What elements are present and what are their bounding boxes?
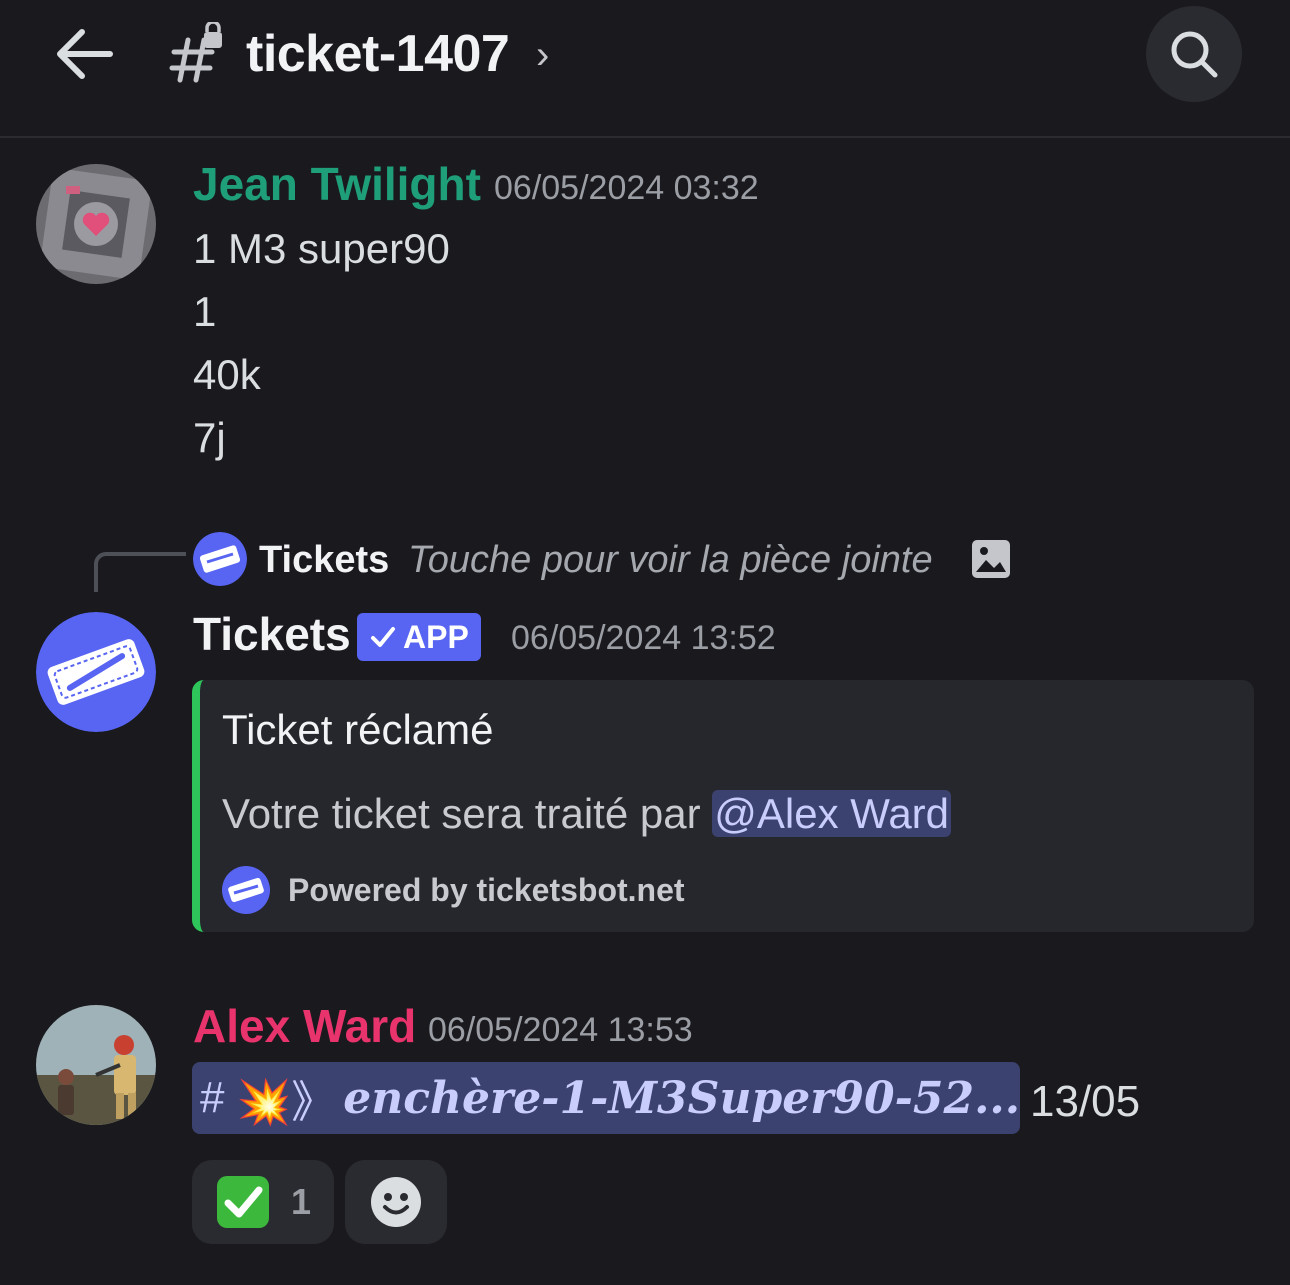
- channel-link-name: enchère-1-M3Super90-52...: [343, 1072, 1020, 1124]
- check-mark-button-emoji-icon: [216, 1176, 269, 1228]
- chevron-right-icon[interactable]: ›: [536, 30, 549, 80]
- image-icon: [972, 540, 1010, 578]
- game-character-avatar-icon: [36, 1005, 156, 1125]
- channel-hash-icon: #: [200, 1073, 225, 1122]
- embed-description-text: Votre ticket sera traité par: [222, 790, 701, 837]
- channel-mention-link[interactable]: # 💥》 enchère-1-M3Super90-52...: [192, 1062, 1020, 1134]
- message-author[interactable]: Jean Twilight: [193, 156, 481, 212]
- app-badge-label: APP: [403, 619, 469, 655]
- companion-cube-avatar-icon: [36, 164, 156, 284]
- message-text: 13/05: [1030, 1077, 1141, 1126]
- message-timestamp: 06/05/2024 13:53: [428, 1011, 693, 1049]
- checkmark-icon: [371, 627, 395, 647]
- message-timestamp: 06/05/2024 03:32: [494, 169, 759, 207]
- message-line: 1 M3 super90: [193, 225, 450, 272]
- user-mention[interactable]: @Alex Ward: [712, 790, 952, 837]
- reply-author[interactable]: Tickets: [259, 536, 389, 584]
- locked-channel-hash-icon: [169, 22, 222, 83]
- add-reaction-button[interactable]: [345, 1160, 447, 1244]
- tickets-footer-icon: [222, 866, 270, 914]
- embed-card: Ticket réclamé Votre ticket sera traité …: [192, 680, 1254, 932]
- message-line: 40k: [193, 351, 261, 398]
- back-arrow-icon[interactable]: [52, 24, 116, 84]
- message-author[interactable]: Alex Ward: [193, 998, 416, 1054]
- app-badge: APP: [357, 613, 481, 661]
- search-icon: [1171, 31, 1218, 78]
- message-timestamp: 06/05/2024 13:52: [511, 619, 776, 657]
- reply-connector: [94, 552, 186, 592]
- search-button[interactable]: [1146, 6, 1242, 102]
- tickets-logo-icon: [193, 532, 247, 586]
- message-author[interactable]: Tickets: [193, 606, 351, 662]
- reply-preview[interactable]: Touche pour voir la pièce jointe: [408, 536, 933, 584]
- embed-footer: Powered by ticketsbot.net: [288, 872, 685, 908]
- message-line: 1: [193, 288, 217, 335]
- smiley-face-icon: [371, 1177, 421, 1227]
- channel-header: ticket-1407 ›: [0, 0, 1290, 138]
- message-line: 7j: [193, 414, 226, 461]
- channel-emoji: 💥》: [236, 1078, 336, 1127]
- tickets-logo-icon: [36, 612, 156, 732]
- reaction-count: 1: [290, 1181, 312, 1222]
- reaction-check[interactable]: 1: [192, 1160, 334, 1244]
- reply-avatar-tickets[interactable]: [193, 532, 247, 586]
- avatar-jean-twilight[interactable]: [36, 164, 156, 284]
- channel-title[interactable]: ticket-1407: [246, 22, 510, 86]
- embed-description: Votre ticket sera traité par @Alex Ward: [222, 788, 952, 840]
- avatar-tickets[interactable]: [36, 612, 156, 732]
- embed-title: Ticket réclamé: [222, 706, 494, 753]
- avatar-alex-ward[interactable]: [36, 1005, 156, 1125]
